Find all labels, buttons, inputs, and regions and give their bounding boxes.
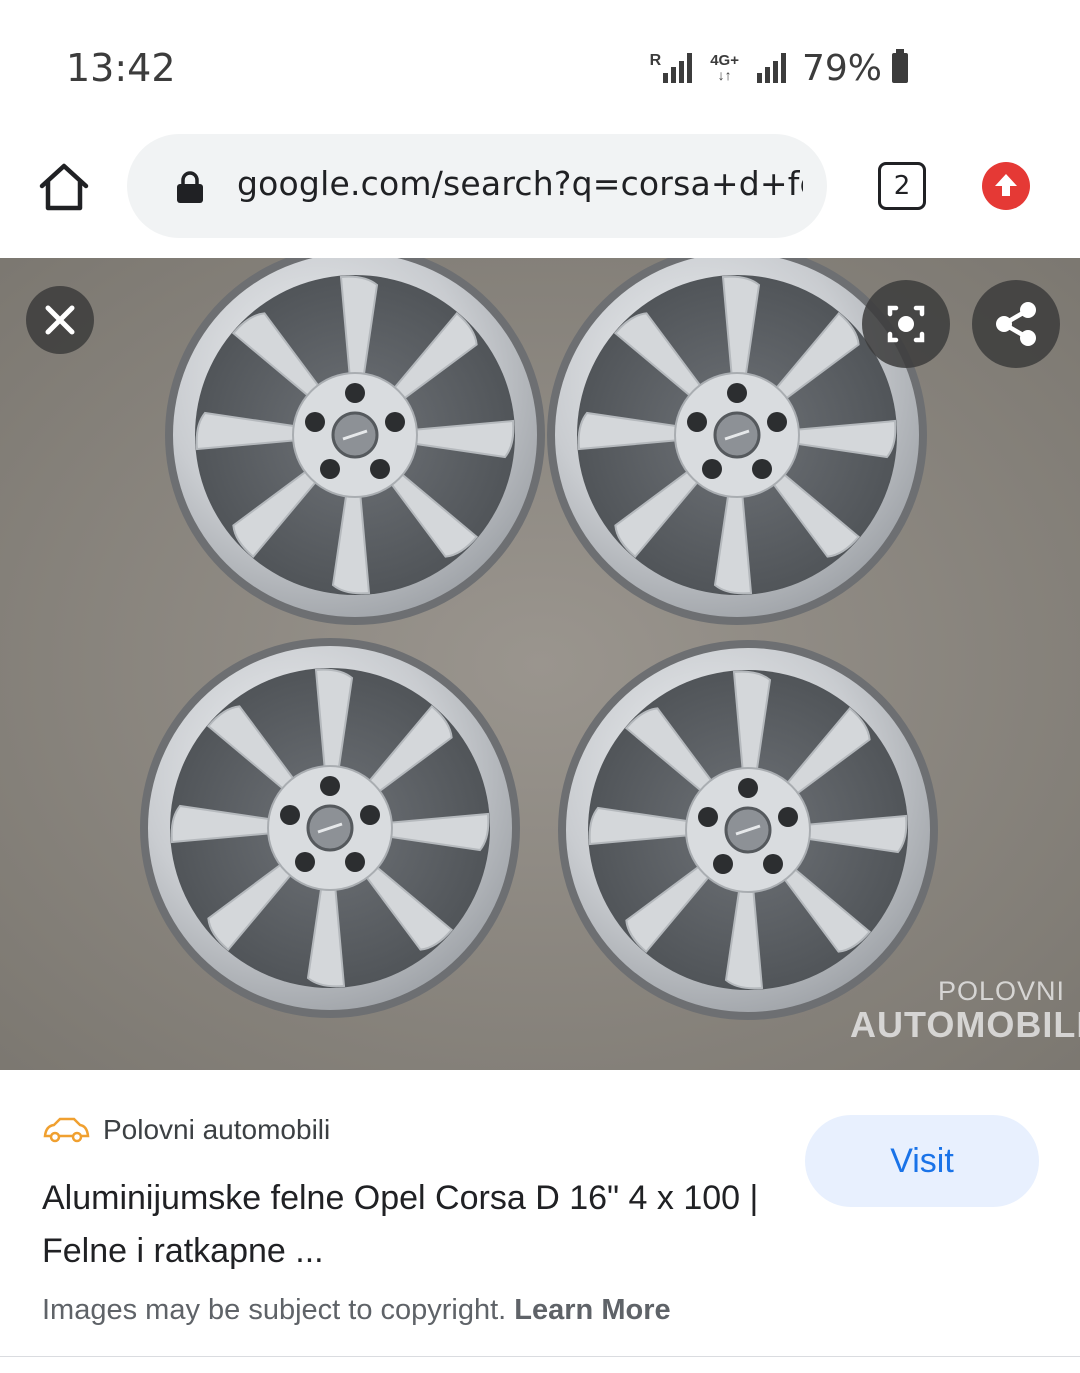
result-image[interactable]: POLOVNI AUTOMOBILI (0, 258, 1080, 1070)
tab-switcher-button[interactable]: 2 (878, 162, 926, 210)
source-logo-icon (42, 1116, 90, 1144)
share-icon[interactable] (972, 280, 1060, 368)
result-info-panel: Polovni automobili Aluminijumske felne O… (0, 1070, 1080, 1373)
battery-icon (892, 49, 908, 83)
signal-icon (756, 53, 786, 83)
network-type-icon: 4G+ ↓↑ (710, 52, 739, 83)
watermark-line2: AUTOMOBILI (850, 1004, 1080, 1045)
close-icon[interactable] (26, 286, 94, 354)
visit-button[interactable]: Visit (805, 1115, 1039, 1207)
update-arrow-icon[interactable] (982, 162, 1030, 210)
browser-toolbar: google.com/search?q=corsa+d+felne& 2 (0, 120, 1080, 258)
learn-more-link[interactable]: Learn More (514, 1294, 670, 1326)
network-type-label: 4G+ (710, 52, 739, 69)
lens-search-icon[interactable] (862, 280, 950, 368)
status-bar: 13:42 R 4G+ ↓↑ 79% (0, 0, 1080, 120)
signal-roaming-icon: R (650, 53, 693, 83)
home-icon[interactable] (36, 160, 92, 216)
watermark: POLOVNI AUTOMOBILI (850, 976, 1080, 1044)
watermark-line1: POLOVNI (938, 976, 1066, 1006)
status-time: 13:42 (66, 46, 176, 90)
source-name[interactable]: Polovni automobili (103, 1114, 330, 1146)
url-bar[interactable]: google.com/search?q=corsa+d+felne& (127, 134, 827, 238)
copyright-notice: Images may be subject to copyright. Lear… (42, 1294, 671, 1327)
roaming-label: R (649, 52, 662, 69)
battery-percent: 79% (801, 47, 882, 89)
url-text: google.com/search?q=corsa+d+felne& (237, 164, 803, 203)
result-title[interactable]: Aluminijumske felne Opel Corsa D 16" 4 x… (42, 1172, 782, 1278)
wheels-photo (0, 258, 1080, 1070)
copyright-text: Images may be subject to copyright. (42, 1294, 507, 1326)
status-indicators: R 4G+ ↓↑ 79% (650, 47, 908, 89)
divider (0, 1356, 1080, 1357)
lock-icon (175, 170, 205, 204)
